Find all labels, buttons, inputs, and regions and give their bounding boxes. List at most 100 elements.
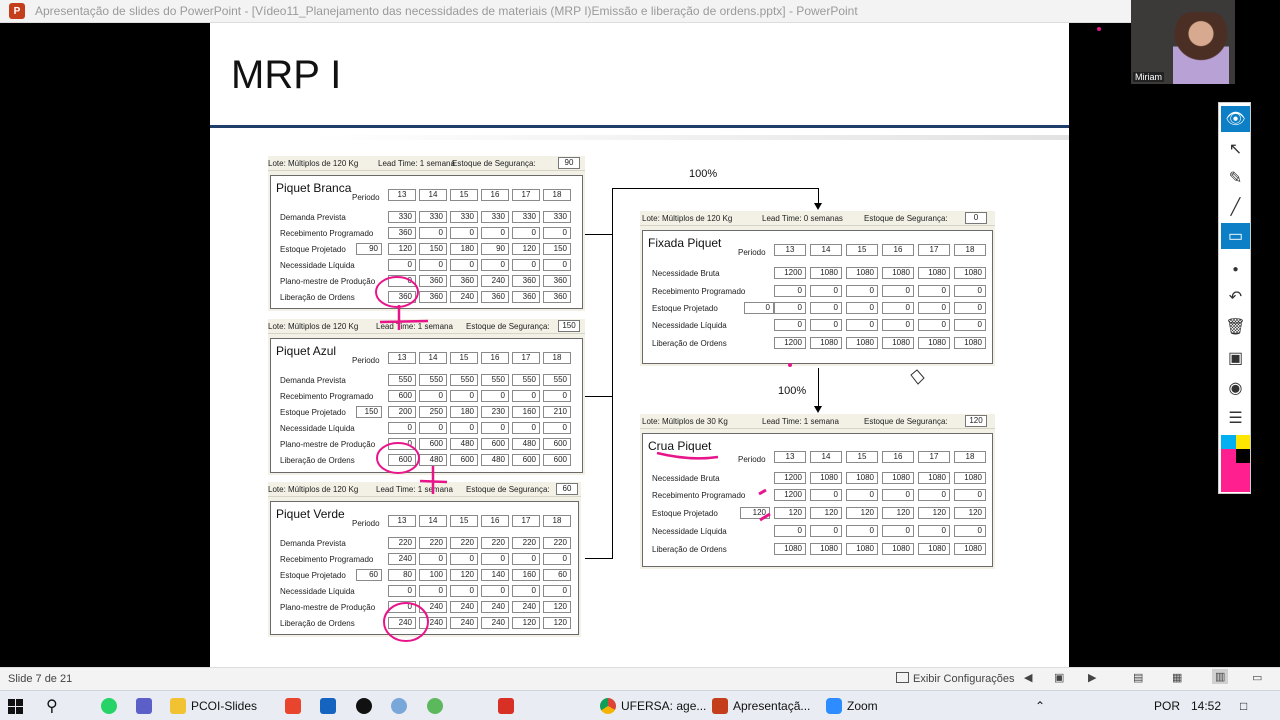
value-cell: 480 — [450, 438, 478, 450]
period-header-cell: 15 — [846, 244, 878, 256]
period-label: Periodo — [738, 455, 766, 464]
value-cell: 1080 — [774, 543, 806, 555]
row-label: Liberação de Ordens — [280, 619, 355, 628]
value-cell: 0 — [543, 585, 571, 597]
taskbar-ufersa[interactable]: UFERSA: age... — [600, 695, 706, 717]
tray-clock[interactable]: 14:52 — [1191, 695, 1221, 717]
value-cell: 0 — [543, 390, 571, 402]
lot-size-label: Lote: Múltiplos de 120 Kg — [642, 214, 733, 223]
value-cell: 0 — [481, 553, 509, 565]
value-cell: 220 — [512, 537, 540, 549]
tray-chevron-icon[interactable]: ⌃ — [1035, 695, 1045, 717]
value-cell: 0 — [918, 302, 950, 314]
clipboard-icon[interactable]: ☰ — [1221, 405, 1250, 431]
safety-stock-label: Estoque de Segurança: — [864, 417, 948, 426]
taskbar-pcoi-slides[interactable]: PCOI-Slides — [170, 695, 257, 717]
period-header-cell: 13 — [774, 244, 806, 256]
value-cell: 150 — [419, 243, 447, 255]
tray-language[interactable]: POR — [1154, 695, 1180, 717]
start-button[interactable] — [8, 695, 23, 717]
color-swatch[interactable] — [1235, 435, 1250, 449]
mail-icon[interactable] — [320, 695, 336, 717]
period-header-cell: 13 — [388, 352, 416, 364]
value-cell: 240 — [419, 617, 447, 629]
period-header-cell: 18 — [954, 244, 986, 256]
value-cell: 1200 — [774, 267, 806, 279]
value-cell: 1080 — [882, 472, 914, 484]
display-settings-icon[interactable] — [896, 672, 909, 683]
taskbar-powerpoint[interactable]: Apresentaçã... — [712, 695, 810, 717]
value-cell: 150 — [543, 243, 571, 255]
value-cell: 80 — [388, 569, 416, 581]
slideshow-view-icon[interactable]: ▭ — [1252, 671, 1262, 684]
value-cell: 1080 — [954, 267, 986, 279]
value-cell: 0 — [450, 553, 478, 565]
pen-icon[interactable]: ✎ — [1221, 165, 1250, 191]
row-label: Necessidade Líquida — [280, 587, 355, 596]
pointer-icon[interactable]: ↖ — [1221, 136, 1250, 162]
whatsapp-icon[interactable] — [101, 695, 117, 717]
value-cell: 120 — [512, 243, 540, 255]
sorter-view-icon[interactable]: ▦ — [1172, 671, 1182, 684]
undo-icon[interactable]: ↶ — [1221, 284, 1250, 310]
app-green-icon[interactable] — [427, 695, 443, 717]
trash-icon[interactable]: 🗑 — [1221, 314, 1250, 340]
app-x-icon[interactable] — [285, 695, 301, 717]
value-cell: 1080 — [846, 337, 878, 349]
eye-icon[interactable]: 👁 — [1221, 106, 1250, 132]
row-label: Estoque Projetado — [280, 245, 346, 254]
value-cell: 0 — [388, 275, 416, 287]
value-cell: 240 — [450, 617, 478, 629]
slide-nav-icon[interactable]: ▣ — [1054, 671, 1064, 684]
eraser-icon[interactable]: ▭ — [1221, 223, 1250, 249]
participant-video[interactable]: Miriam — [1131, 0, 1235, 84]
period-header-cell: 15 — [450, 515, 478, 527]
line-icon[interactable]: ╱ — [1221, 194, 1250, 220]
next-slide-icon[interactable]: ▶ — [1088, 671, 1096, 684]
search-icon[interactable]: ⚲ — [46, 695, 58, 717]
item-name: Piquet Verde — [276, 507, 345, 521]
value-cell: 180 — [450, 243, 478, 255]
row-label: Necessidade Bruta — [652, 474, 720, 483]
selected-color-swatch[interactable] — [1221, 463, 1250, 492]
value-cell: 0 — [512, 422, 540, 434]
color-swatch[interactable] — [1221, 435, 1236, 449]
period-header-cell: 13 — [388, 189, 416, 201]
normal-view-icon[interactable]: ▤ — [1133, 671, 1143, 684]
lot-size-label: Lote: Múltiplos de 120 Kg — [268, 485, 359, 494]
notifications-icon[interactable]: □ — [1240, 695, 1247, 717]
period-header-cell: 14 — [810, 451, 842, 463]
slide-counter: Slide 7 de 21 — [8, 673, 73, 685]
value-cell: 0 — [419, 585, 447, 597]
value-cell: 240 — [388, 617, 416, 629]
lead-time-label: Lead Time: 1 semana — [376, 322, 453, 331]
value-cell: 360 — [512, 275, 540, 287]
taskbar-zoom[interactable]: Zoom — [826, 695, 878, 717]
prev-slide-icon[interactable]: ◀ — [1024, 671, 1032, 684]
value-cell: 330 — [543, 211, 571, 223]
value-cell: 0 — [481, 390, 509, 402]
camera-icon[interactable]: ◉ — [1221, 375, 1250, 401]
row-label: Plano-mestre de Produção — [280, 440, 376, 449]
value-cell: 0 — [882, 302, 914, 314]
screen-icon[interactable]: ▣ — [1221, 345, 1250, 371]
app-circle-icon[interactable] — [356, 695, 372, 717]
color-swatch[interactable] — [1235, 449, 1250, 463]
value-cell: 0 — [419, 553, 447, 565]
arrowhead-crua — [814, 406, 822, 413]
app-r-icon[interactable] — [391, 695, 407, 717]
reading-view-icon[interactable]: ▥ — [1212, 669, 1229, 684]
display-settings-button[interactable]: Exibir Configurações — [913, 673, 1015, 685]
acrobat-icon[interactable] — [498, 695, 514, 717]
safety-stock-value: 90 — [558, 157, 580, 169]
value-cell: 0 — [954, 489, 986, 501]
taskbar-label: PCOI-Slides — [191, 699, 258, 713]
teams-icon[interactable] — [136, 695, 152, 717]
value-cell: 0 — [419, 227, 447, 239]
dot-icon[interactable]: ● — [1221, 256, 1250, 282]
value-cell: 0 — [882, 285, 914, 297]
period-header-cell: 18 — [543, 189, 571, 201]
color-palette[interactable] — [1221, 435, 1250, 492]
color-swatch[interactable] — [1221, 449, 1236, 463]
value-cell: 220 — [481, 537, 509, 549]
